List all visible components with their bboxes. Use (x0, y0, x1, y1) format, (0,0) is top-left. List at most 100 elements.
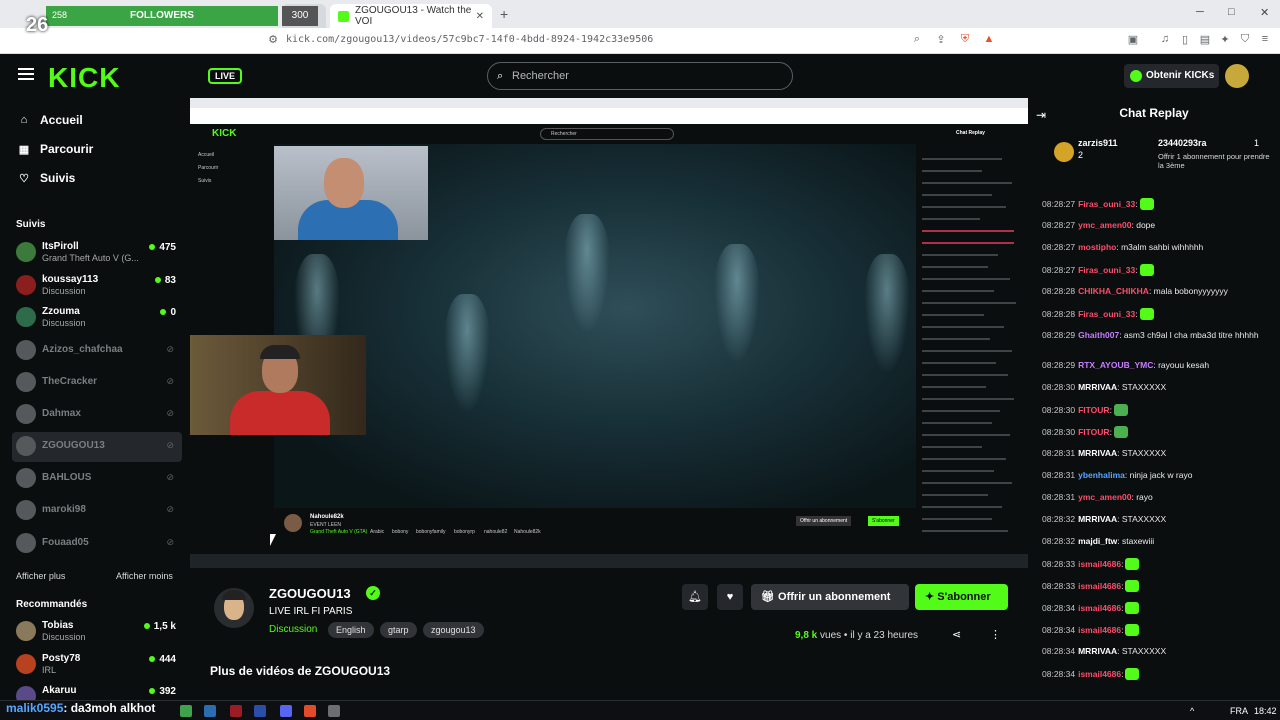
kick-logo[interactable]: KICK (48, 62, 120, 94)
offline-channel[interactable]: Dahmax ⊘ (12, 400, 182, 430)
nav-home[interactable]: ⌂ Accueil (18, 110, 83, 130)
chat-username[interactable]: Ghaith007 (1078, 330, 1119, 340)
media-icon[interactable]: ♫ (1158, 33, 1172, 47)
chat-username[interactable]: ybenhalima (1078, 470, 1125, 480)
share-page-icon[interactable]: ⇪ (934, 33, 948, 47)
language-indicator[interactable]: FRA (1230, 706, 1248, 716)
gift-subscription-button[interactable]: 🎁︎ Offrir un abonnement (751, 584, 909, 610)
chat-alert-text: : da3moh alkhot (63, 701, 156, 715)
followed-channel[interactable]: ItsPiroll Grand Theft Auto V (G... 475 (12, 238, 182, 268)
offline-channel-current[interactable]: ZGOUGOU13 ⊘ (12, 432, 182, 462)
chat-username[interactable]: FITOUR (1078, 427, 1109, 437)
viewer-count: 475 (149, 242, 176, 253)
show-more-link[interactable]: Afficher plus (16, 571, 65, 581)
recommended-channel[interactable]: Posty78 IRL 444 (12, 650, 182, 680)
app-icon[interactable] (254, 705, 266, 717)
inner-chat-line (922, 218, 980, 220)
menu-icon[interactable]: ≡ (1258, 33, 1272, 47)
subscribe-button[interactable]: ✦ S'abonner (915, 584, 1008, 610)
chat-username[interactable]: Firas_ouni_33 (1078, 199, 1135, 209)
chat-username[interactable]: MRRIVAA (1078, 448, 1117, 458)
wallet-icon[interactable]: ▤ (1198, 33, 1212, 47)
chat-username[interactable]: RTX_AYOUB_YMC (1078, 360, 1153, 370)
steam-icon[interactable] (204, 705, 216, 717)
zoom-icon[interactable]: ⌕ (910, 33, 924, 47)
chat-username[interactable]: ismail4686 (1078, 625, 1121, 635)
chat-username[interactable]: MRRIVAA (1078, 514, 1117, 524)
browser-tab-active[interactable]: ZGOUGOU13 - Watch the VOI ✕ (330, 4, 492, 28)
inner-gift-button: Offrir un abonnement (796, 516, 852, 526)
chat-username[interactable]: MRRIVAA (1078, 382, 1117, 392)
follow-heart-icon[interactable]: ♥ (717, 584, 743, 610)
viewer-count-value: 392 (159, 686, 176, 697)
close-window-icon[interactable]: ✕ (1260, 6, 1269, 19)
video-player[interactable]: KICK Rechercher Chat Replay Accueil Parc… (190, 98, 1028, 568)
chat-username[interactable]: majdi_ftw (1078, 536, 1117, 546)
live-badge: LIVE (208, 68, 243, 84)
chat-username[interactable]: Firas_ouni_33 (1078, 309, 1135, 319)
chat-username[interactable]: CHIKHA_CHIKHA (1078, 286, 1149, 296)
nav-following[interactable]: ♡ Suivis (18, 168, 75, 188)
app-icon[interactable] (230, 705, 242, 717)
offline-channel[interactable]: BAHLOUS ⊘ (12, 464, 182, 494)
search-input[interactable]: ⌕ Rechercher (487, 62, 793, 90)
clock[interactable]: 18:42 (1254, 706, 1277, 716)
user-avatar[interactable] (1225, 64, 1249, 88)
chat-username[interactable]: FITOUR (1078, 405, 1109, 415)
chat-message: 08:28:30 FITOUR: (1042, 426, 1274, 438)
sidebar-icon[interactable]: ▯ (1178, 33, 1192, 47)
maximize-icon[interactable]: □ (1228, 6, 1235, 18)
tag-chip[interactable]: zgougou13 (423, 622, 484, 638)
chat-username[interactable]: MRRIVAA (1078, 646, 1117, 656)
views-label: vues (820, 630, 842, 641)
tag-chip[interactable]: gtarp (380, 622, 417, 638)
chat-username[interactable]: ymc_amen00 (1078, 220, 1131, 230)
get-kicks-button[interactable]: Obtenir KICKs (1124, 64, 1219, 88)
followed-channel[interactable]: koussay113 Discussion 83 (12, 271, 182, 301)
chat-username[interactable]: ismail4686 (1078, 603, 1121, 613)
notification-bell-icon[interactable]: 🔔︎ (682, 584, 708, 610)
channel-name[interactable]: ZGOUGOU13 (269, 586, 351, 601)
heart-icon: ♡ (19, 172, 29, 185)
shield-icon[interactable]: ⛨ (958, 33, 972, 47)
offline-channel[interactable]: TheCracker ⊘ (12, 368, 182, 398)
inner-search-box: Rechercher (540, 128, 674, 140)
share-icon[interactable]: ⋖ (952, 628, 961, 641)
offline-channel[interactable]: Azizos_chafchaa ⊘ (12, 336, 182, 366)
chat-username[interactable]: mostipho (1078, 242, 1116, 252)
followed-channel[interactable]: Zzouma Discussion 0 (12, 303, 182, 333)
offline-channel[interactable]: maroki98 ⊘ (12, 496, 182, 526)
app-icon[interactable] (180, 705, 192, 717)
browser-icon[interactable] (304, 705, 316, 717)
minimize-icon[interactable]: ─ (1196, 6, 1204, 18)
chat-username[interactable]: ismail4686 (1078, 669, 1121, 679)
chat-username[interactable]: ismail4686 (1078, 559, 1121, 569)
channel-avatar[interactable] (214, 588, 254, 628)
viewer-count-value: 1,5 k (153, 621, 176, 632)
more-options-icon[interactable]: ⋮ (990, 628, 1001, 641)
show-less-link[interactable]: Afficher moins (116, 571, 173, 581)
extensions-icon[interactable]: ✦ (1218, 33, 1232, 47)
offline-channel[interactable]: Fouaad05 ⊘ (12, 529, 182, 559)
inner-chat-line (922, 506, 1002, 508)
site-info-icon[interactable]: ⚙ (266, 33, 280, 47)
screenshot-icon[interactable]: ▣ (1126, 33, 1140, 47)
nav-browse[interactable]: ▦ Parcourir (18, 139, 94, 159)
inner-chat-line (922, 326, 1004, 328)
recommended-channel[interactable]: Tobias Discussion 1,5 k (12, 617, 182, 647)
chat-timestamp: 08:28:32 (1042, 514, 1076, 524)
rewards-icon[interactable]: ▲ (982, 33, 996, 47)
chat-username[interactable]: Firas_ouni_33 (1078, 265, 1135, 275)
chat-username[interactable]: ismail4686 (1078, 581, 1121, 591)
url-field[interactable]: kick.com/zgougou13/videos/57c9bc7-14f0-4… (286, 34, 653, 45)
hamburger-menu-icon[interactable] (18, 68, 34, 80)
tab-close-icon[interactable]: ✕ (476, 11, 484, 22)
vpn-icon[interactable]: ⛉ (1238, 33, 1252, 47)
obs-icon[interactable] (328, 705, 340, 717)
tag-chip[interactable]: English (328, 622, 374, 638)
new-tab-icon[interactable]: + (500, 6, 508, 22)
chat-username[interactable]: ymc_amen00 (1078, 492, 1131, 502)
discord-icon[interactable] (280, 705, 292, 717)
tray-chevron-icon[interactable]: ^ (1190, 706, 1194, 716)
category-link[interactable]: Discussion (269, 624, 317, 635)
